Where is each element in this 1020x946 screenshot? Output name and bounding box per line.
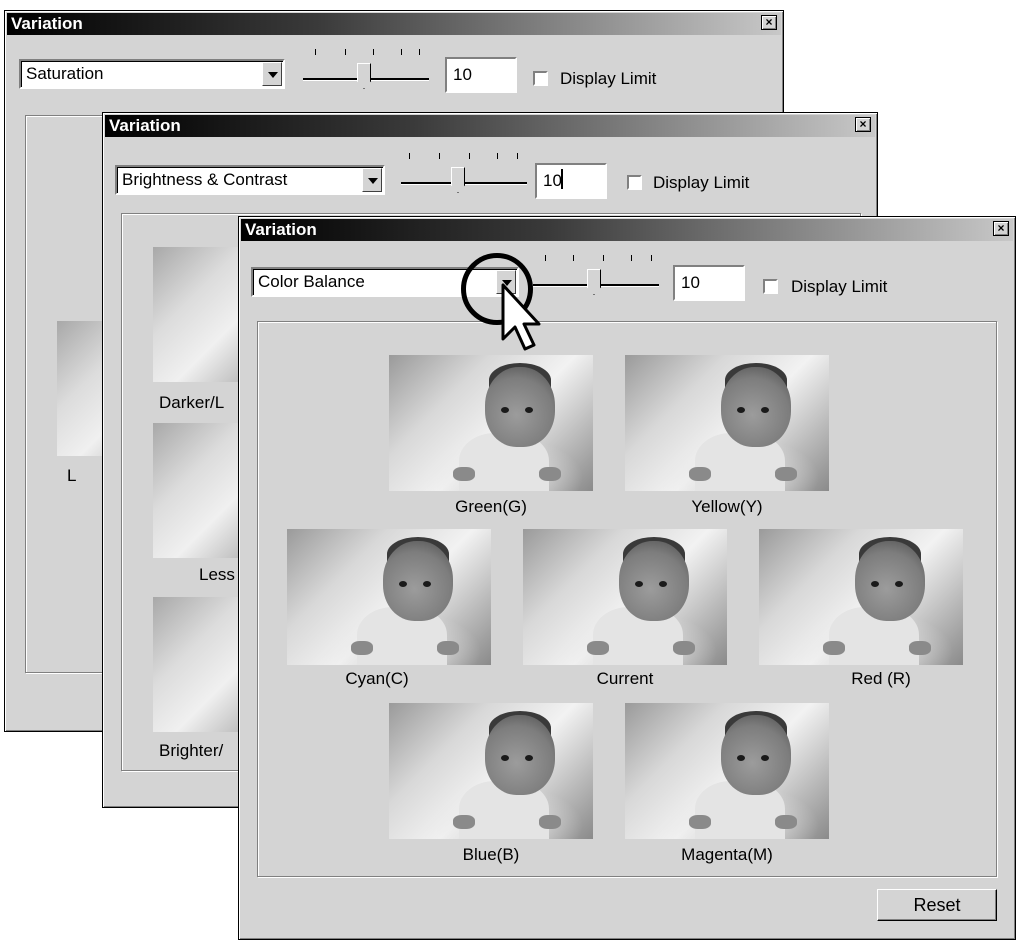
display-limit-checkbox[interactable] bbox=[627, 175, 642, 190]
amount-slider[interactable] bbox=[399, 153, 529, 201]
amount-field[interactable]: 10 bbox=[673, 265, 745, 301]
variation-type-dropdown[interactable]: Brightness & Contrast bbox=[115, 165, 385, 195]
thumbnail-caption: Blue(B) bbox=[462, 845, 520, 864]
slider-thumb[interactable] bbox=[587, 269, 601, 295]
amount-slider[interactable] bbox=[531, 255, 661, 303]
display-limit-label: Display Limit bbox=[653, 173, 750, 192]
display-limit-checkbox[interactable] bbox=[533, 71, 548, 86]
title-bar[interactable]: Variation bbox=[7, 13, 781, 35]
pointer-cursor-icon bbox=[501, 283, 541, 351]
thumbnail-cyan[interactable] bbox=[287, 529, 491, 665]
dropdown-value: Saturation bbox=[26, 64, 104, 83]
thumbnail-partial[interactable] bbox=[153, 597, 243, 732]
chevron-down-icon[interactable] bbox=[362, 168, 382, 192]
thumbnail-caption: Brighter/ bbox=[159, 741, 224, 760]
window-title: Variation bbox=[11, 14, 83, 33]
thumbnail-caption: Yellow(Y) bbox=[691, 497, 763, 516]
amount-field[interactable]: 10 bbox=[535, 163, 607, 199]
thumbnail-caption: Green(G) bbox=[455, 497, 527, 516]
title-bar[interactable]: Variation bbox=[105, 115, 875, 137]
thumbnail-yellow[interactable] bbox=[625, 355, 829, 491]
reset-button[interactable]: Reset bbox=[877, 889, 997, 921]
dropdown-value: Brightness & Contrast bbox=[122, 170, 288, 189]
window-title: Variation bbox=[245, 220, 317, 239]
display-limit-checkbox[interactable] bbox=[763, 279, 778, 294]
thumbnail-partial[interactable] bbox=[153, 423, 243, 558]
close-icon[interactable]: × bbox=[761, 15, 777, 30]
thumbnail-caption: Cyan(C) bbox=[345, 669, 409, 688]
variation-window-color-balance: Variation × Color Balance 10 Display Lim… bbox=[238, 216, 1016, 940]
display-limit-label: Display Limit bbox=[791, 277, 888, 296]
title-bar[interactable]: Variation bbox=[241, 219, 1013, 241]
thumbnail-red[interactable] bbox=[759, 529, 963, 665]
dropdown-value: Color Balance bbox=[258, 272, 365, 291]
thumbnail-caption: L bbox=[67, 466, 77, 485]
thumbnail-caption: Darker/L bbox=[159, 393, 225, 412]
thumbnail-caption: Magenta(M) bbox=[681, 845, 773, 864]
amount-field[interactable]: 10 bbox=[445, 57, 517, 93]
close-icon[interactable]: × bbox=[855, 117, 871, 132]
chevron-down-icon[interactable] bbox=[262, 62, 282, 86]
thumbnail-magenta[interactable] bbox=[625, 703, 829, 839]
thumbnail-green[interactable] bbox=[389, 355, 593, 491]
text-caret bbox=[561, 169, 563, 189]
slider-thumb[interactable] bbox=[451, 167, 465, 193]
display-limit-label: Display Limit bbox=[560, 69, 657, 88]
slider-thumb[interactable] bbox=[357, 63, 371, 89]
thumbnail-caption: Less bbox=[199, 565, 235, 584]
window-title: Variation bbox=[109, 116, 181, 135]
thumbnail-blue[interactable] bbox=[389, 703, 593, 839]
thumbnail-partial[interactable] bbox=[153, 247, 243, 382]
amount-slider[interactable] bbox=[301, 49, 431, 97]
variation-type-dropdown[interactable]: Saturation bbox=[19, 59, 285, 89]
thumbnail-caption: Current bbox=[596, 669, 654, 688]
thumbnail-caption: Red (R) bbox=[851, 669, 911, 688]
thumbnail-current[interactable] bbox=[523, 529, 727, 665]
close-icon[interactable]: × bbox=[993, 221, 1009, 236]
